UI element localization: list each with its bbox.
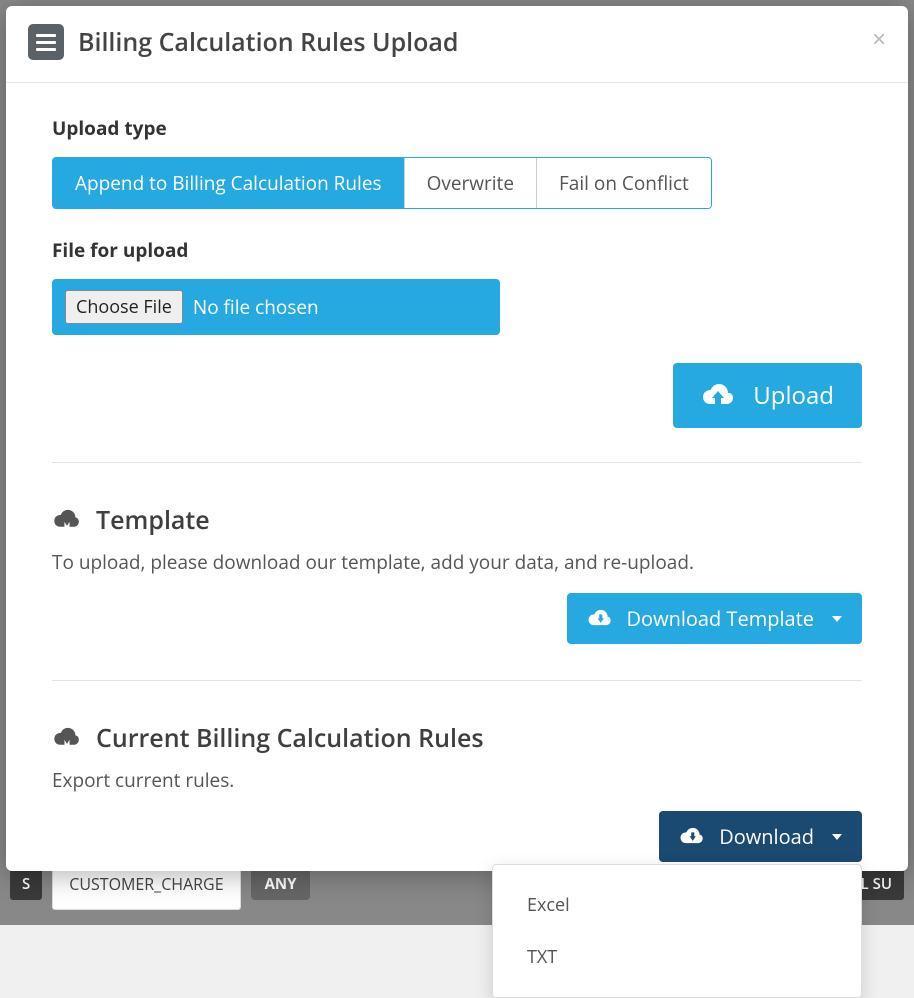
- cloud-download-icon: [679, 827, 705, 847]
- download-rules-label: Download: [719, 823, 814, 850]
- download-dropdown: Excel TXT: [492, 864, 862, 998]
- upload-type-label: Upload type: [52, 115, 862, 141]
- template-header: Template: [52, 503, 862, 537]
- modal-header: Billing Calculation Rules Upload ×: [6, 6, 908, 83]
- upload-type-overwrite[interactable]: Overwrite: [404, 158, 536, 208]
- upload-button[interactable]: Upload: [673, 363, 862, 428]
- close-button[interactable]: ×: [872, 28, 886, 52]
- upload-button-label: Upload: [753, 379, 834, 412]
- cloud-upload-icon: [701, 383, 735, 409]
- upload-modal: Billing Calculation Rules Upload × Uploa…: [6, 6, 908, 871]
- divider: [52, 680, 862, 681]
- template-action-row: Download Template: [52, 593, 862, 644]
- download-template-label: Download Template: [627, 605, 814, 632]
- upload-type-append[interactable]: Append to Billing Calculation Rules: [53, 158, 404, 208]
- chevron-down-icon: [832, 834, 842, 840]
- file-upload-label: File for upload: [52, 237, 862, 263]
- current-rules-title: Current Billing Calculation Rules: [96, 721, 484, 755]
- divider: [52, 462, 862, 463]
- current-rules-action-row: Download Excel TXT: [52, 811, 862, 862]
- choose-file-button[interactable]: Choose File: [65, 290, 183, 324]
- template-title: Template: [96, 503, 210, 537]
- file-input-zone[interactable]: Choose File No file chosen: [52, 279, 500, 335]
- cloud-download-icon: [587, 609, 613, 629]
- current-rules-desc: Export current rules.: [52, 767, 862, 793]
- download-template-button[interactable]: Download Template: [567, 593, 862, 644]
- upload-type-fail-on-conflict[interactable]: Fail on Conflict: [536, 158, 711, 208]
- upload-action-row: Upload: [52, 363, 862, 428]
- template-desc: To upload, please download our template,…: [52, 549, 862, 575]
- download-option-txt[interactable]: TXT: [493, 931, 861, 983]
- download-option-excel[interactable]: Excel: [493, 879, 861, 931]
- book-icon: [28, 24, 64, 60]
- modal-body: Upload type Append to Billing Calculatio…: [6, 83, 908, 926]
- upload-type-group: Append to Billing Calculation Rules Over…: [52, 157, 712, 209]
- file-status-text: No file chosen: [193, 294, 319, 320]
- modal-title: Billing Calculation Rules Upload: [78, 25, 458, 59]
- cloud-download-icon: [52, 509, 82, 531]
- cloud-download-icon: [52, 727, 82, 749]
- current-rules-header: Current Billing Calculation Rules: [52, 721, 862, 755]
- download-rules-button[interactable]: Download: [659, 811, 862, 862]
- chevron-down-icon: [832, 616, 842, 622]
